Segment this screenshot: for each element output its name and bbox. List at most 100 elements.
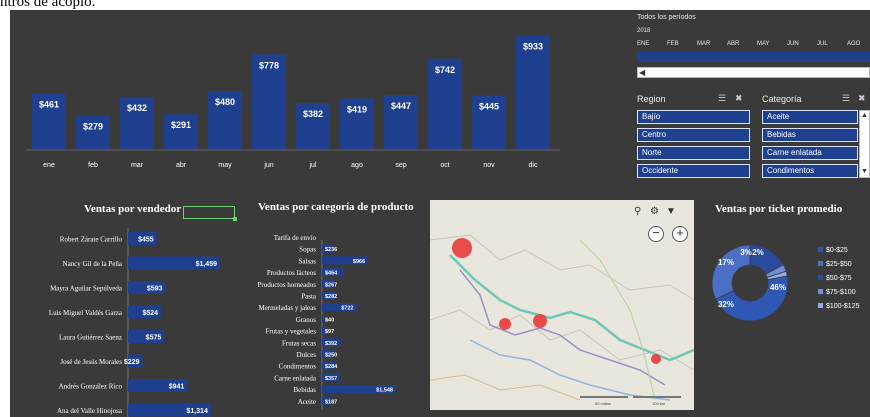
timeline-month-feb[interactable]: FEB bbox=[667, 41, 679, 47]
category-tick-label: Carne enlatada bbox=[274, 374, 317, 382]
multiselect-icon[interactable]: ☰ bbox=[718, 93, 726, 104]
vendor-data-label: $1,314 bbox=[186, 408, 208, 415]
timeline-title: Todos los períodos bbox=[637, 14, 696, 21]
region-item-bajio[interactable]: Bajío bbox=[637, 110, 750, 124]
category-data-label: $97 bbox=[325, 329, 334, 335]
month-data-label: $279 bbox=[83, 122, 103, 132]
category-data-label: $267 bbox=[325, 282, 337, 288]
month-tick-label: mar bbox=[131, 162, 144, 169]
timeline-slicer[interactable]: Todos los períodos 2018 ENE FEB MAR ABR MAY J… bbox=[635, 10, 870, 92]
category-data-label: $722 bbox=[341, 306, 353, 312]
month-tick-label: dic bbox=[529, 162, 538, 169]
timeline-month-may[interactable]: MAY bbox=[757, 41, 770, 47]
filter-icon[interactable]: ▼ bbox=[666, 206, 676, 217]
map-pin-icon[interactable]: ⚲ bbox=[634, 206, 641, 217]
category-tick-label: Bebidas bbox=[293, 386, 316, 394]
category-tick-label: Frutas y vegetales bbox=[265, 328, 316, 336]
category-item-aceite[interactable]: Aceite bbox=[762, 110, 858, 124]
zoom-in-button[interactable]: + bbox=[672, 226, 688, 242]
category-slicer[interactable]: Categoría ☰ ✖ Aceite Bebidas Carne enlat… bbox=[760, 92, 870, 192]
vendor-tick-label: Ana del Valle Hinojosa bbox=[57, 407, 123, 415]
month-data-label: $291 bbox=[171, 120, 191, 130]
month-data-label: $933 bbox=[523, 41, 543, 51]
category-sales-chart[interactable]: Tarifa de envío $236 Sopas $966 Salsas $464 Pr… bbox=[210, 198, 420, 417]
category-data-label: $966 bbox=[353, 259, 365, 265]
legend-label: $25-$50 bbox=[826, 261, 852, 268]
month-data-label: $445 bbox=[479, 101, 499, 111]
region-slicer[interactable]: Region ☰ ✖ Bajío Centro Norte Occidente bbox=[635, 92, 753, 192]
timeline-month-jul[interactable]: JUL bbox=[817, 41, 828, 47]
timeline-month-abr[interactable]: ABR bbox=[727, 41, 739, 47]
page-caption: ntros de acopio. bbox=[0, 0, 96, 10]
timeline-selection-band[interactable] bbox=[637, 52, 870, 62]
clear-filter-icon[interactable]: ✖ bbox=[735, 93, 743, 104]
month-data-label: $382 bbox=[303, 109, 323, 119]
month-tick-label: oct bbox=[440, 162, 449, 169]
legend-label: $0-$25 bbox=[826, 247, 848, 254]
ticket-average-svg: 46% 32% 17% 3% 2% $0-$25 $25-$50 $50-$75 $75-$10… bbox=[711, 244, 860, 322]
clear-filter-icon[interactable]: ✖ bbox=[858, 93, 866, 104]
month-data-label: $432 bbox=[127, 103, 147, 113]
gear-icon[interactable]: ⚙ bbox=[650, 206, 659, 217]
category-item-bebidas[interactable]: Bebidas bbox=[762, 128, 858, 142]
vendor-tick-label: Mayra Aguilar Sepúlveda bbox=[50, 285, 123, 293]
category-tick-label: Granos bbox=[296, 316, 316, 324]
category-data-label: $1,548 bbox=[376, 388, 393, 394]
timeline-month-ago[interactable]: AGO bbox=[847, 41, 860, 47]
legend-label: $100-$125 bbox=[826, 303, 860, 310]
timeline-month-ene[interactable]: ENE bbox=[637, 41, 649, 47]
donut-data-label: 17% bbox=[718, 258, 734, 267]
month-tick-label: feb bbox=[88, 162, 98, 169]
category-item-condimentos[interactable]: Condimentos bbox=[762, 164, 858, 178]
category-data-label: $357 bbox=[325, 376, 337, 382]
category-data-label: $187 bbox=[325, 399, 337, 405]
category-item-carne-enlatada[interactable]: Carne enlatada bbox=[762, 146, 858, 160]
vendor-tick-label: Andrés González Rico bbox=[59, 383, 123, 391]
month-data-label: $778 bbox=[259, 60, 279, 70]
legend-swatch bbox=[818, 247, 823, 252]
zoom-out-button[interactable]: − bbox=[648, 226, 664, 242]
dashboard: $461 ene $279 feb $432 mar $291 abr $480 may $778 j… bbox=[10, 10, 870, 417]
vendor-tick-label: Nancy Gil de la Peña bbox=[63, 260, 123, 268]
multiselect-icon[interactable]: ☰ bbox=[842, 93, 850, 104]
category-tick-label: Frutas secas bbox=[282, 339, 316, 347]
category-tick-label: Dulces bbox=[297, 351, 317, 359]
month-bar-dic[interactable] bbox=[516, 35, 550, 150]
scroll-down-icon[interactable]: ▼ bbox=[861, 168, 868, 176]
region-item-occidente[interactable]: Occidente bbox=[637, 164, 750, 178]
category-bar[interactable] bbox=[322, 314, 324, 323]
category-tick-label: Tarifa de envío bbox=[274, 234, 317, 242]
category-tick-label: Productos lácteos bbox=[267, 269, 316, 277]
ticket-average-chart[interactable]: 46% 32% 17% 3% 2% $0-$25 $25-$50 $50-$75 $75-$10… bbox=[700, 198, 870, 417]
ticket-chart-title: Ventas por ticket promedio bbox=[715, 203, 843, 215]
sales-map[interactable]: ⚲ ⚙ ▼ − + 50 millas 100 km bbox=[430, 200, 694, 410]
timeline-month-mar[interactable]: MAR bbox=[697, 41, 710, 47]
category-chart-title: Ventas por categoría de producto bbox=[258, 201, 414, 213]
scroll-left-icon[interactable]: ◀ bbox=[639, 68, 645, 77]
donut-data-label: 2% bbox=[752, 248, 764, 257]
category-sales-svg: Tarifa de envío $236 Sopas $966 Salsas $464 Pr… bbox=[257, 234, 396, 410]
scroll-up-icon[interactable]: ▲ bbox=[861, 112, 868, 120]
category-slicer-scrollbar[interactable]: ▲ ▼ bbox=[859, 110, 870, 178]
category-data-label: $284 bbox=[325, 364, 338, 370]
region-item-centro[interactable]: Centro bbox=[637, 128, 750, 142]
timeline-scrollbar[interactable]: ◀ bbox=[637, 67, 870, 78]
category-tick-label: Condimentos bbox=[279, 363, 317, 371]
region-item-norte[interactable]: Norte bbox=[637, 146, 750, 160]
category-slicer-header: Categoría ☰ ✖ bbox=[760, 92, 870, 108]
month-tick-label: ene bbox=[43, 162, 55, 169]
timeline-month-jun[interactable]: JUN bbox=[787, 41, 799, 47]
category-data-label: $250 bbox=[325, 353, 337, 359]
category-tick-label: Mermeladas y jaleas bbox=[258, 304, 316, 312]
vendor-data-label: $593 bbox=[147, 286, 163, 293]
month-data-label: $742 bbox=[435, 65, 455, 75]
map-scale-miles: 50 millas bbox=[595, 401, 611, 406]
category-slicer-title: Categoría bbox=[762, 94, 802, 104]
vendor-data-label: $229 bbox=[124, 359, 140, 366]
month-tick-label: jul bbox=[308, 162, 316, 169]
category-tick-label: Aceite bbox=[298, 398, 316, 406]
month-data-label: $419 bbox=[347, 104, 367, 114]
vendor-data-label: $941 bbox=[169, 384, 185, 391]
donut-data-label: 46% bbox=[770, 283, 786, 292]
monthly-sales-chart[interactable]: $461 ene $279 feb $432 mar $291 abr $480 may $778 j… bbox=[10, 10, 630, 190]
